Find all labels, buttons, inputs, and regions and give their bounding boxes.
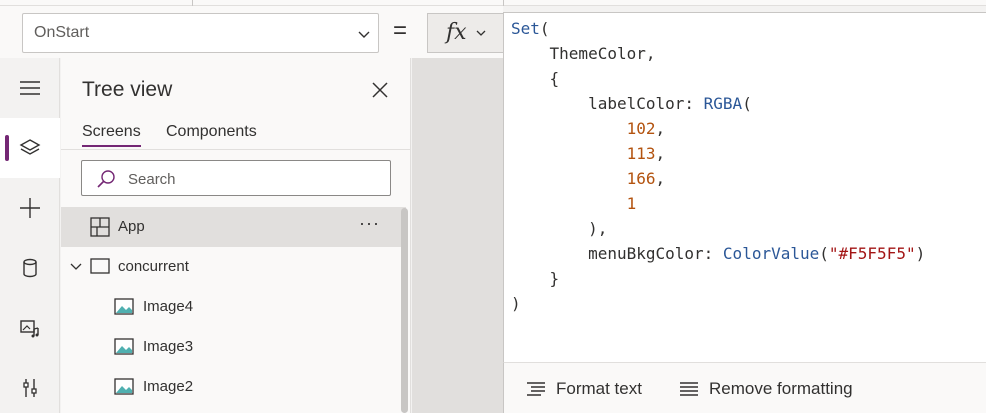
tree-item-label: Image3 [143, 338, 194, 355]
code-token: } [511, 269, 560, 288]
tab-screens[interactable]: Screens [82, 123, 141, 147]
tree-item-app[interactable]: App ··· [61, 207, 406, 247]
code-line: 102, [511, 116, 925, 141]
data-icon [23, 258, 37, 278]
code-token: , [655, 169, 666, 188]
code-line: ) [511, 291, 925, 316]
code-token: menuBkgColor: [511, 244, 723, 263]
property-dropdown[interactable]: OnStart [22, 13, 379, 53]
code-token: 102 [626, 119, 656, 138]
formula-code[interactable]: Set( ThemeColor, { labelColor: RGBA( 102… [511, 16, 925, 316]
more-options-button[interactable]: ··· [359, 213, 380, 234]
code-token: RGBA [703, 94, 743, 113]
tree-item-label: Image2 [143, 378, 194, 395]
format-text-button[interactable]: Format text [526, 363, 642, 413]
tree-item-concurrent[interactable]: concurrent [61, 247, 406, 287]
canvas-area [412, 58, 503, 413]
chevron-down-icon[interactable] [70, 261, 82, 273]
tree-item-label: Image4 [143, 298, 194, 315]
code-token: ( [819, 244, 829, 263]
code-token: ( [742, 94, 752, 113]
top-separator [503, 0, 504, 6]
tree-item-image2[interactable]: Image2 [61, 367, 406, 407]
code-token: ), [511, 219, 608, 238]
chevron-down-icon [476, 30, 486, 36]
tree-item-label: App [118, 218, 145, 235]
format-text-label: Format text [556, 378, 642, 398]
remove-formatting-button[interactable]: Remove formatting [679, 363, 853, 413]
image-icon [114, 378, 134, 395]
close-icon[interactable] [368, 78, 392, 102]
code-token: 1 [626, 194, 637, 213]
tab-components[interactable]: Components [166, 123, 257, 141]
image-icon [114, 338, 134, 355]
tree-item-image4[interactable]: Image4 [61, 287, 406, 327]
tree-item-label: concurrent [118, 258, 189, 275]
tree-view-panel: Tree view Screens Components Search App … [61, 58, 411, 413]
data-button[interactable] [0, 238, 60, 298]
formula-editor[interactable]: Set( ThemeColor, { labelColor: RGBA( 102… [503, 12, 986, 362]
fx-button[interactable]: fx [427, 13, 503, 53]
remove-formatting-icon [680, 381, 698, 396]
editor-toolbar: Format text Remove formatting [503, 362, 986, 413]
code-line: 113, [511, 141, 925, 166]
code-line: menuBkgColor: ColorValue("#F5F5F5") [511, 241, 925, 266]
code-token: ThemeColor, [511, 44, 656, 63]
code-token: ) [511, 294, 521, 313]
code-token: Set [511, 19, 540, 38]
app-icon [90, 217, 110, 237]
code-line: ThemeColor, [511, 41, 925, 66]
format-text-icon [527, 381, 545, 396]
code-token: labelColor: [511, 94, 704, 113]
tree-view-title: Tree view [82, 78, 173, 101]
code-token: , [655, 144, 666, 163]
left-rail [0, 58, 60, 413]
plus-icon [20, 198, 40, 218]
code-token: ( [539, 19, 550, 38]
layers-icon [19, 139, 41, 155]
search-box[interactable]: Search [81, 160, 391, 196]
hamburger-button[interactable] [0, 58, 60, 118]
screen-icon [90, 258, 110, 274]
search-placeholder: Search [128, 171, 176, 188]
code-line: 1 [511, 191, 925, 216]
remove-formatting-label: Remove formatting [709, 378, 853, 398]
tree-item-image3[interactable]: Image3 [61, 327, 406, 367]
code-line: } [511, 266, 925, 291]
tools-icon [23, 379, 37, 397]
code-line: 166, [511, 166, 925, 191]
code-token: ) [915, 244, 926, 263]
property-value: OnStart [34, 24, 90, 41]
formula-bar: OnStart = fx [0, 6, 503, 58]
chevron-down-icon [358, 31, 370, 38]
code-line: { [511, 66, 925, 91]
code-token: 113 [626, 144, 656, 163]
code-token: 166 [626, 169, 656, 188]
code-token: ColorValue [722, 244, 820, 263]
media-button[interactable] [0, 298, 60, 358]
tabs-divider [61, 149, 410, 150]
code-token: "#F5F5F5" [828, 244, 916, 263]
hamburger-icon [20, 81, 40, 95]
tools-button[interactable] [0, 358, 60, 413]
insert-button[interactable] [0, 178, 60, 238]
code-token: { [511, 69, 560, 88]
code-line: labelColor: RGBA( [511, 91, 925, 116]
equals-sign: = [393, 17, 408, 44]
code-token: , [655, 119, 666, 138]
image-icon [114, 298, 134, 315]
scrollbar-thumb[interactable] [401, 208, 408, 413]
code-line: ), [511, 216, 925, 241]
code-line: Set( [511, 16, 925, 41]
fx-icon: fx [446, 20, 467, 45]
media-icon [20, 320, 39, 338]
search-icon [97, 170, 115, 188]
tree-view-button[interactable] [0, 118, 60, 178]
